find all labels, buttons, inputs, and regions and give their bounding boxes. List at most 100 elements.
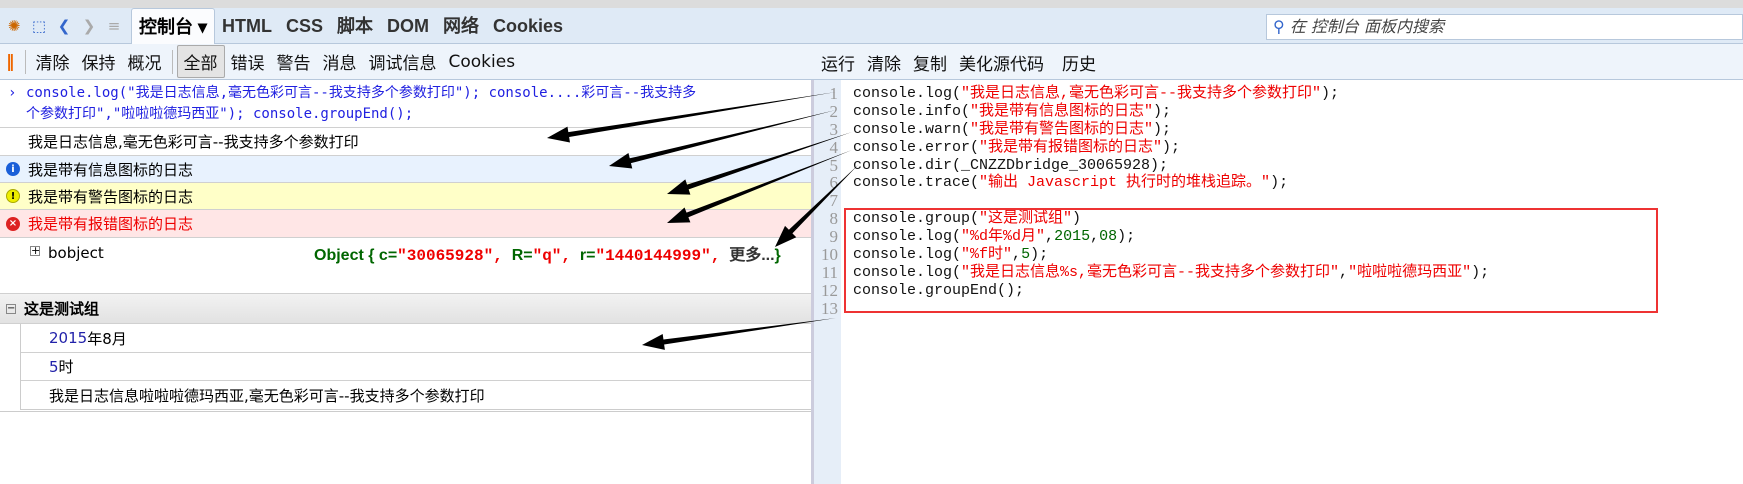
filter-warnings[interactable]: 警告 (271, 49, 317, 74)
pretty-print-button[interactable]: 美化源代码 (953, 50, 1050, 75)
code-text: ); (1321, 85, 1340, 102)
item-text: 时 (58, 358, 74, 376)
filter-all[interactable]: 全部 (176, 45, 225, 78)
error-icon: × (6, 216, 20, 231)
console-output: › console.log("我是日志信息,毫无色彩可言--我支持多个参数打印"… (0, 80, 812, 484)
dir-name[interactable]: bobject (48, 244, 104, 262)
filter-errors[interactable]: 错误 (225, 49, 271, 74)
filter-debug[interactable]: 调试信息 (363, 49, 443, 74)
prop-key: r= (579, 247, 596, 264)
expand-icon[interactable]: + (30, 245, 40, 256)
command-echo[interactable]: › console.log("我是日志信息,毫无色彩可言--我支持多个参数打印"… (0, 83, 811, 128)
line-number-gutter: 1 2 3 4 5 6 7 8 9 10 11 12 13 (811, 80, 841, 484)
info-icon: i (6, 162, 20, 176)
code-string: "我是日志信息,毫无色彩可言--我支持多个参数打印" (961, 85, 1322, 102)
line-number: 9 (829, 227, 839, 247)
firebug-icon[interactable]: ✺ (3, 15, 25, 37)
tab-console[interactable]: 控制台 ▾ (131, 7, 216, 44)
prop-value: "q", (532, 247, 571, 265)
console-toolbar: ‖ 清除 保持 概况 全部 错误 警告 消息 调试信息 Cookies 运行 清… (0, 44, 1743, 80)
history-button[interactable]: 历史 (1056, 50, 1102, 75)
code-line: console.warn("我是带有警告图标的日志"); (853, 121, 1489, 139)
prop-key: c= (378, 247, 398, 264)
item-text: 我是日志信息啦啦啦德玛西亚,毫无色彩可言--我支持多个参数打印 (49, 387, 485, 405)
persist-button[interactable]: 保持 (76, 49, 122, 74)
info-text: 我是带有信息图标的日志 (28, 160, 194, 179)
group-item: 2015 年8月 (21, 324, 812, 353)
tab-css[interactable]: CSS (279, 8, 330, 44)
command-line-2: 个参数打印","啦啦啦德玛西亚"); console.groupEnd(); (26, 106, 414, 122)
search-input[interactable]: ⚲ 在 控制台 面板内搜索 (1266, 14, 1743, 40)
code-text: ); (1270, 174, 1289, 192)
code-string: "我是带有信息图标的日志" (970, 102, 1154, 120)
log-text: 我是日志信息,毫无色彩可言--我支持多个参数打印 (28, 133, 359, 151)
object-prefix: Object { (314, 247, 375, 264)
tab-html[interactable]: HTML (215, 8, 279, 44)
prompt-icon: › (8, 85, 17, 101)
code-line: console.dir(_CNZZDbridge_30065928); (853, 157, 1489, 175)
search-placeholder: 在 控制台 面板内搜索 (1289, 17, 1444, 36)
group-header[interactable]: − 这是测试组 (0, 294, 811, 324)
number-value: 2015 (49, 329, 88, 347)
line-number: 12 (821, 280, 838, 300)
command-line-1: console.log("我是日志信息,毫无色彩可言--我支持多个参数打印");… (26, 85, 697, 101)
code-text: console.error( (853, 138, 980, 156)
line-number: 13 (821, 298, 838, 318)
tab-script[interactable]: 脚本 (330, 8, 380, 44)
divider (0, 411, 811, 412)
object-suffix: } (774, 247, 781, 264)
warn-row: ! 我是带有警告图标的日志 (0, 183, 811, 210)
code-string: "输出 Javascript 执行时的堆栈追踪。" (979, 174, 1271, 192)
filter-info[interactable]: 消息 (317, 49, 363, 74)
collapse-icon[interactable]: − (6, 303, 16, 314)
error-text: 我是带有报错图标的日志 (28, 215, 194, 233)
line-number: 11 (821, 262, 838, 282)
error-row: × 我是带有报错图标的日志 (0, 210, 811, 238)
break-on-error-icon[interactable]: ‖ (0, 52, 21, 72)
warning-icon: ! (6, 189, 20, 203)
profile-button[interactable]: 概况 (122, 49, 168, 74)
prop-key: R= (511, 247, 533, 264)
tab-net[interactable]: 网络 (436, 8, 486, 44)
line-number: 1 (829, 84, 839, 103)
clear-editor-button[interactable]: 清除 (861, 50, 907, 75)
info-row: i 我是带有信息图标的日志 (0, 156, 811, 183)
code-text: console.warn( (853, 120, 971, 138)
warn-text: 我是带有警告图标的日志 (28, 187, 194, 206)
group-body: 2015 年8月 5时 我是日志信息啦啦啦德玛西亚,毫无色彩可言--我支持多个参数… (20, 324, 812, 410)
group-title: 这是测试组 (24, 300, 100, 318)
code-text: console.info( (853, 102, 971, 120)
inspect-icon[interactable]: ⬚ (28, 15, 50, 37)
tab-cookies[interactable]: Cookies (486, 8, 570, 44)
code-line: console.trace("输出 Javascript 执行时的堆栈追踪。")… (853, 174, 1489, 192)
object-preview[interactable]: Object { c="30065928", R="q", r="1440144… (314, 244, 804, 268)
number-value: 5 (49, 357, 59, 376)
copy-button[interactable]: 复制 (907, 50, 953, 75)
run-button[interactable]: 运行 (815, 50, 861, 75)
clear-button[interactable]: 清除 (30, 49, 76, 74)
prop-value: "30065928", (397, 247, 503, 265)
filter-cookies[interactable]: Cookies (443, 52, 522, 72)
code-line: console.error("我是带有报错图标的日志"); (853, 139, 1489, 157)
command-line-icon[interactable]: ≡ (103, 15, 125, 37)
tab-label: 控制台 (139, 16, 193, 37)
search-icon: ⚲ (1273, 17, 1285, 36)
forward-icon[interactable]: ❯ (78, 15, 100, 37)
back-icon[interactable]: ❮ (53, 15, 75, 37)
more-link[interactable]: 更多... (729, 247, 774, 264)
line-number: 6 (829, 173, 839, 193)
code-line: console.log("我是日志信息,毫无色彩可言--我支持多个参数打印"); (853, 85, 1489, 103)
code-text: console.trace( (853, 174, 980, 192)
code-text: ); (1153, 120, 1172, 138)
editor-toolbar: 运行 清除 复制 美化源代码 历史 (815, 44, 1102, 80)
line-number: 7 (829, 191, 839, 211)
line-number: 5 (829, 155, 839, 175)
prop-value: "1440144999", (595, 247, 721, 265)
tab-dom[interactable]: DOM (380, 8, 436, 44)
divider (171, 49, 173, 74)
code-string: "我是带有警告图标的日志" (970, 120, 1154, 138)
dir-row: + bobject Object { c="30065928", R="q", … (0, 238, 811, 294)
log-row: 我是日志信息,毫无色彩可言--我支持多个参数打印 (0, 128, 811, 156)
item-text: 年8月 (87, 329, 127, 348)
code-text: ); (1153, 102, 1172, 120)
